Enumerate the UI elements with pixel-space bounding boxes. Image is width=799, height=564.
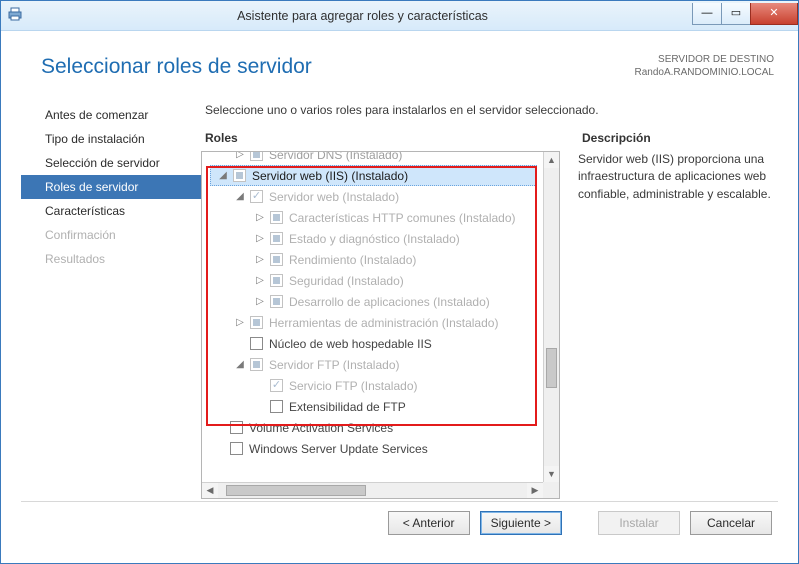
chevron-right-icon[interactable]: ▷ [234,317,246,328]
wizard-window: Asistente para agregar roles y caracterí… [0,0,799,564]
roles-column: Roles ▷ Servidor DNS (Instalado) [201,131,560,499]
tree-item-appdev[interactable]: ▷ Desarrollo de aplicaciones (Instalado) [208,291,539,312]
wizard-steps: Antes de comenzar Tipo de instalación Se… [21,99,201,499]
scroll-right-icon[interactable]: ▶ [527,483,543,498]
description-column: Descripción Servidor web (IIS) proporcio… [578,131,778,499]
step-server-selection[interactable]: Selección de servidor [21,151,201,175]
back-button[interactable]: < Anterior [388,511,470,535]
tree-item-wsus[interactable]: Windows Server Update Services [208,438,539,459]
checkbox-icon[interactable] [233,169,246,182]
destination-server: RandoA.RANDOMINIO.LOCAL [635,66,775,79]
step-confirmation: Confirmación [21,223,201,247]
description-text: Servidor web (IIS) proporciona una infra… [578,151,778,203]
checkbox-icon[interactable] [250,358,263,371]
chevron-right-icon[interactable]: ▷ [254,254,266,265]
tree-item-health[interactable]: ▷ Estado y diagnóstico (Instalado) [208,228,539,249]
chevron-right-icon[interactable]: ▷ [254,212,266,223]
checkbox-icon[interactable] [250,190,263,203]
tree-item-ftp[interactable]: ◢ Servidor FTP (Instalado) [208,354,539,375]
chevron-down-icon[interactable]: ◢ [217,170,229,181]
chevron-down-icon[interactable]: ◢ [234,191,246,202]
roles-tree: ▷ Servidor DNS (Instalado) ◢ Servidor we… [202,152,543,465]
chevron-right-icon[interactable]: ▷ [234,152,246,160]
maximize-button[interactable]: ▭ [721,3,751,25]
checkbox-icon[interactable] [230,442,243,455]
content-area: SERVIDOR DE DESTINO RandoA.RANDOMINIO.LO… [21,47,778,543]
scroll-left-icon[interactable]: ◀ [202,483,218,498]
checkbox-icon[interactable] [270,253,283,266]
scroll-down-icon[interactable]: ▼ [544,466,559,482]
scroll-corner [543,482,559,498]
scroll-up-icon[interactable]: ▲ [544,152,559,168]
tree-item-iis[interactable]: ◢ Servidor web (IIS) (Instalado) [210,165,537,186]
minimize-button[interactable]: — [692,3,722,25]
vertical-scrollbar[interactable]: ▲ ▼ [543,152,559,482]
checkbox-icon[interactable] [270,400,283,413]
checkbox-icon[interactable] [230,421,243,434]
step-installation-type[interactable]: Tipo de instalación [21,127,201,151]
main-pane: Seleccione uno o varios roles para insta… [201,99,778,499]
wizard-footer: < Anterior Siguiente > Instalar Cancelar [21,501,778,543]
roles-tree-viewport[interactable]: ▷ Servidor DNS (Instalado) ◢ Servidor we… [202,152,543,482]
checkbox-icon[interactable] [250,316,263,329]
window-title: Asistente para agregar roles y caracterí… [33,9,692,23]
chevron-right-icon[interactable]: ▷ [254,233,266,244]
horizontal-scrollbar[interactable]: ◀ ▶ [202,482,543,498]
close-button[interactable]: ✕ [750,3,798,25]
scroll-thumb[interactable] [546,348,557,388]
app-icon [7,6,27,26]
checkbox-icon[interactable] [250,337,263,350]
titlebar: Asistente para agregar roles y caracterí… [1,1,798,31]
next-button[interactable]: Siguiente > [480,511,562,535]
window-controls: — ▭ ✕ [692,7,798,25]
checkbox-icon[interactable] [270,232,283,245]
instruction-text: Seleccione uno o varios roles para insta… [205,103,778,117]
destination-info: SERVIDOR DE DESTINO RandoA.RANDOMINIO.LO… [635,53,775,79]
roles-tree-container: ▷ Servidor DNS (Instalado) ◢ Servidor we… [201,151,560,499]
tree-item-web[interactable]: ◢ Servidor web (Instalado) [208,186,539,207]
tree-item-performance[interactable]: ▷ Rendimiento (Instalado) [208,249,539,270]
tree-item-mgmt-tools[interactable]: ▷ Herramientas de administración (Instal… [208,312,539,333]
tree-item-security[interactable]: ▷ Seguridad (Instalado) [208,270,539,291]
step-server-roles[interactable]: Roles de servidor [21,175,201,199]
step-before-you-begin[interactable]: Antes de comenzar [21,103,201,127]
checkbox-icon[interactable] [270,274,283,287]
chevron-right-icon[interactable]: ▷ [254,296,266,307]
tree-item-http-common[interactable]: ▷ Características HTTP comunes (Instalad… [208,207,539,228]
cancel-button[interactable]: Cancelar [690,511,772,535]
tree-item-hostable-core[interactable]: Núcleo de web hospedable IIS [208,333,539,354]
checkbox-icon[interactable] [270,295,283,308]
install-button: Instalar [598,511,680,535]
checkbox-icon[interactable] [270,379,283,392]
description-header: Descripción [582,131,778,145]
destination-label: SERVIDOR DE DESTINO [635,53,775,66]
checkbox-icon[interactable] [270,211,283,224]
step-results: Resultados [21,247,201,271]
checkbox-icon[interactable] [250,152,263,161]
step-features[interactable]: Características [21,199,201,223]
tree-item-ftp-extensibility[interactable]: Extensibilidad de FTP [208,396,539,417]
tree-item-vas[interactable]: Volume Activation Services [208,417,539,438]
roles-header: Roles [205,131,560,145]
tree-item-dns-cut[interactable]: ▷ Servidor DNS (Instalado) [208,152,539,165]
tree-item-ftp-service[interactable]: Servicio FTP (Instalado) [208,375,539,396]
chevron-down-icon[interactable]: ◢ [234,359,246,370]
scroll-thumb-h[interactable] [226,485,366,496]
chevron-right-icon[interactable]: ▷ [254,275,266,286]
